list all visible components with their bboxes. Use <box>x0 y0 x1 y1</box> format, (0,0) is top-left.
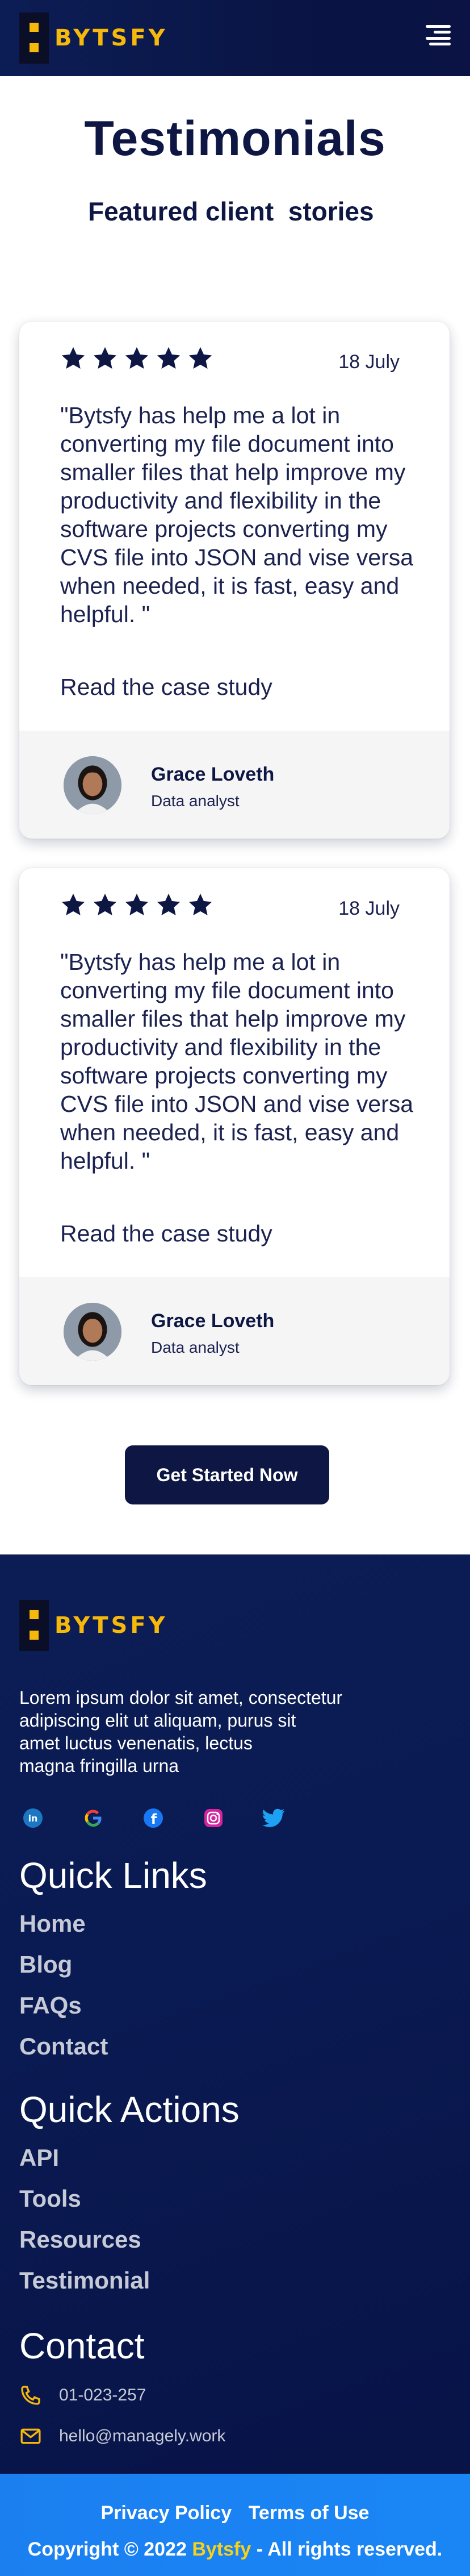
hamburger-menu-icon[interactable] <box>426 23 451 48</box>
copyright-text: Copyright © 2022 Bytsfy - All rights res… <box>0 2539 470 2561</box>
footer-link-resources[interactable]: Resources <box>19 2226 141 2253</box>
policy-links: Privacy Policy Terms of Use <box>0 2502 470 2524</box>
social-links: in f <box>19 1804 287 1832</box>
author-name: Grace Loveth <box>151 764 275 785</box>
author-role: Data analyst <box>151 792 240 810</box>
header-logo[interactable]: BYTSFY <box>19 12 168 64</box>
contact-phone-text: 01-023-257 <box>59 2386 146 2404</box>
read-case-study-link[interactable]: Read the case study <box>60 674 272 701</box>
star-icon <box>93 893 117 916</box>
testimonials-subtitle: Featured client stories <box>88 197 374 226</box>
terms-of-use-link[interactable]: Terms of Use <box>249 2502 370 2524</box>
logo-mark-icon <box>19 12 49 64</box>
linkedin-icon[interactable]: in <box>19 1804 47 1832</box>
contact-email[interactable]: hello@managely.work <box>19 2425 225 2448</box>
footer-link-blog[interactable]: Blog <box>19 1951 72 1978</box>
site-footer: BYTSFY Lorem ipsum dolor sit amet, conse… <box>0 1554 470 2474</box>
rating-stars <box>60 345 213 372</box>
footer-link-faqs[interactable]: FAQs <box>19 1992 82 2019</box>
logo-text: BYTSFY <box>54 1612 168 1639</box>
footer-logo[interactable]: BYTSFY <box>19 1600 168 1651</box>
star-icon <box>61 893 85 916</box>
footer-link-contact[interactable]: Contact <box>19 2033 108 2060</box>
footer-link-testimonial[interactable]: Testimonial <box>19 2267 150 2294</box>
testimonial-author: Grace Loveth Data analyst <box>19 731 450 839</box>
star-icon <box>93 347 117 369</box>
copyright-suffix: - All rights reserved. <box>251 2539 443 2560</box>
footer-link-home[interactable]: Home <box>19 1910 86 1937</box>
star-icon <box>157 347 181 369</box>
star-icon <box>125 893 149 916</box>
contact-email-text: hello@managely.work <box>59 2427 226 2445</box>
svg-text:f: f <box>151 1811 157 1827</box>
avatar <box>64 1303 121 1361</box>
twitter-icon[interactable] <box>260 1804 287 1832</box>
avatar <box>64 756 121 814</box>
contact-heading: Contact <box>19 2325 145 2366</box>
author-name: Grace Loveth <box>151 1310 275 1332</box>
testimonial-card: 18 July "Bytsfy has help me a lot in con… <box>19 868 450 1385</box>
get-started-button[interactable]: Get Started Now <box>125 1445 329 1504</box>
testimonial-date: 18 July <box>338 351 400 373</box>
read-case-study-link[interactable]: Read the case study <box>60 1220 272 1247</box>
google-icon[interactable] <box>79 1804 107 1832</box>
testimonial-quote: "Bytsfy has help me a lot in converting … <box>60 949 414 1174</box>
bottom-bar: Privacy Policy Terms of Use Copyright © … <box>0 2474 470 2576</box>
footer-link-tools[interactable]: Tools <box>19 2185 81 2212</box>
footer-about-text: Lorem ipsum dolor sit amet, consectetur … <box>19 1687 343 1776</box>
star-icon <box>188 347 212 369</box>
svg-text:in: in <box>28 1813 38 1824</box>
logo-mark-icon <box>19 1600 49 1651</box>
site-header: BYTSFY <box>0 0 470 76</box>
star-icon <box>188 893 212 916</box>
star-icon <box>157 893 181 916</box>
copyright-prefix: Copyright © 2022 <box>27 2539 192 2560</box>
quick-links-heading: Quick Links <box>19 1855 207 1896</box>
rating-stars <box>60 892 213 918</box>
facebook-icon[interactable]: f <box>140 1804 167 1832</box>
testimonial-date: 18 July <box>338 898 400 919</box>
phone-icon <box>21 2386 40 2405</box>
testimonial-card: 18 July "Bytsfy has help me a lot in con… <box>19 322 450 839</box>
privacy-policy-link[interactable]: Privacy Policy <box>101 2502 232 2524</box>
instagram-icon[interactable] <box>200 1804 227 1832</box>
author-role: Data analyst <box>151 1339 240 1356</box>
logo-text: BYTSFY <box>54 25 168 51</box>
quick-actions-heading: Quick Actions <box>19 2089 240 2130</box>
footer-link-api[interactable]: API <box>19 2144 59 2171</box>
contact-phone[interactable]: 01-023-257 <box>19 2384 146 2407</box>
star-icon <box>125 347 149 369</box>
star-icon <box>61 347 85 369</box>
copyright-brand: Bytsfy <box>192 2539 251 2560</box>
testimonial-quote: "Bytsfy has help me a lot in converting … <box>60 402 414 627</box>
testimonial-author: Grace Loveth Data analyst <box>19 1277 450 1385</box>
testimonials-title: Testimonials <box>84 111 386 166</box>
mail-icon <box>20 2428 41 2444</box>
